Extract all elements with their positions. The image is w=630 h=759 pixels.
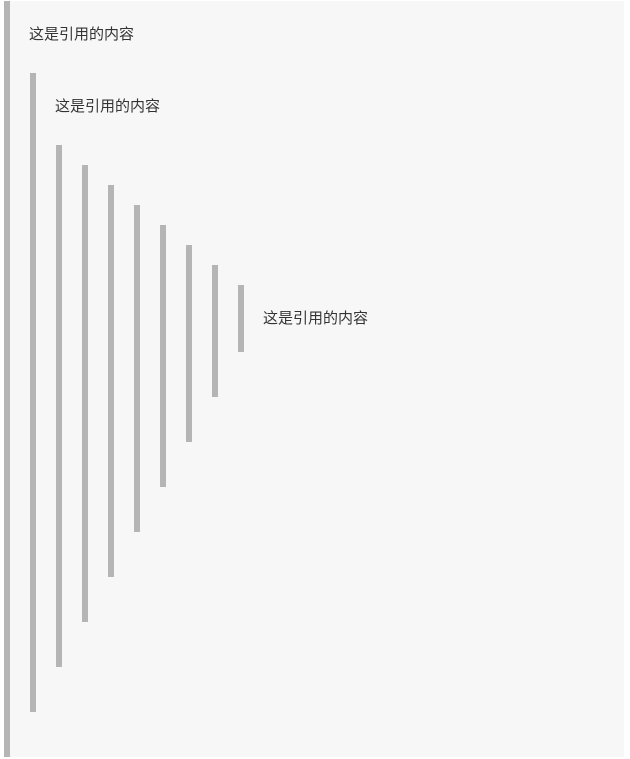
quote-bar-level-3 <box>56 145 62 667</box>
quote-text-innermost: 这是引用的内容 <box>263 309 369 327</box>
quote-bar-level-10 <box>238 285 244 352</box>
quote-bar-level-6 <box>134 205 140 532</box>
quote-bar-level-5 <box>108 185 114 577</box>
quote-bar-level-7 <box>160 225 166 487</box>
quote-bar-level-9 <box>212 265 218 397</box>
quote-bar-level-2 <box>30 73 36 712</box>
quote-bar-level-8 <box>186 245 192 442</box>
quote-bar-level-4 <box>82 165 88 622</box>
quote-bar-level-1 <box>4 1 10 757</box>
quote-text-level-2: 这是引用的内容 <box>55 97 161 115</box>
page: 这是引用的内容 这是引用的内容 这是引用的内容 <box>0 0 630 759</box>
quote-text-level-1: 这是引用的内容 <box>29 25 135 43</box>
